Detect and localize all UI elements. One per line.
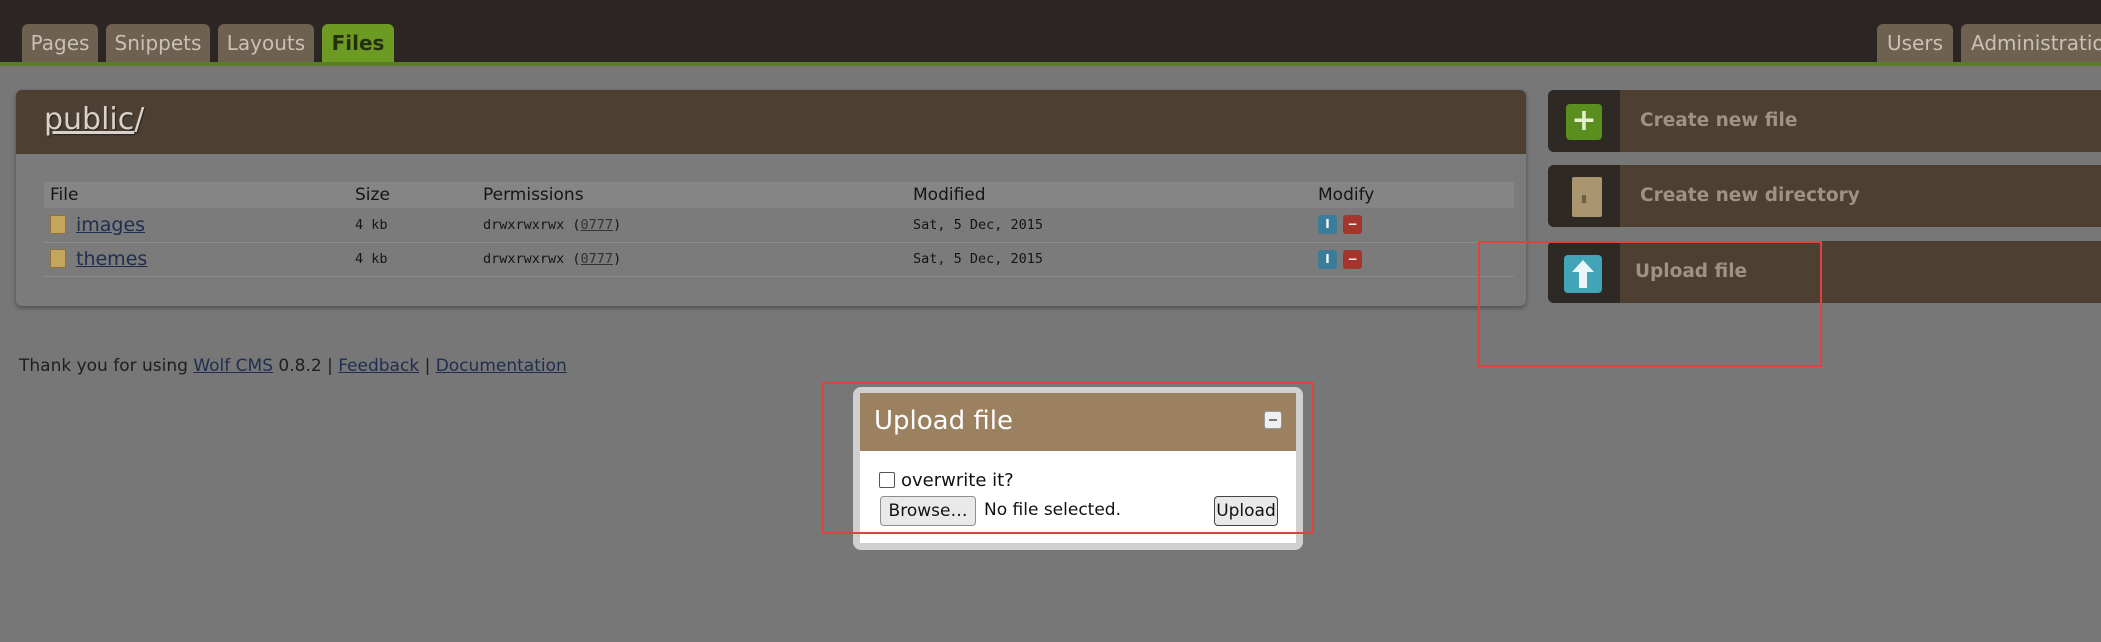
delete-icon[interactable]: − [1343, 215, 1362, 235]
footer-cms-link[interactable]: Wolf CMS [193, 356, 273, 376]
footer-separator: | [419, 356, 436, 376]
panel-header: public/ [16, 90, 1526, 154]
perm-octal-link[interactable]: 0777 [581, 251, 614, 267]
perm-text: drwxrwxrwx ( [483, 251, 581, 267]
highlight-box-dialog [822, 382, 1314, 534]
folder-icon [50, 214, 66, 234]
directory-icon [1572, 177, 1602, 217]
column-header-size: Size [349, 182, 477, 208]
table-header-row: File Size Permissions Modified Modify [44, 182, 1514, 208]
create-directory-button[interactable]: Create new directory [1548, 165, 2101, 227]
footer-documentation-link[interactable]: Documentation [436, 356, 567, 376]
column-header-file: File [44, 182, 349, 208]
column-header-modified: Modified [907, 182, 1312, 208]
create-directory-label: Create new directory [1640, 185, 1860, 206]
file-modified: Sat, 5 Dec, 2015 [907, 242, 1312, 277]
top-navigation: Pages Snippets Layouts Files Users Admin… [0, 0, 2101, 66]
footer-feedback-link[interactable]: Feedback [338, 356, 419, 376]
breadcrumb: public/ [44, 102, 144, 137]
column-header-permissions: Permissions [477, 182, 907, 208]
breadcrumb-public-link[interactable]: public [44, 102, 134, 137]
footer-version: 0.8.2 | [273, 356, 339, 376]
create-file-icon-box: + [1548, 90, 1620, 152]
tab-files[interactable]: Files [322, 24, 394, 62]
file-size: 4 kb [349, 242, 477, 277]
nav-underline [0, 62, 2101, 66]
file-listing-panel: public/ File Size Permissions Modified M… [16, 90, 1526, 306]
create-file-button[interactable]: + Create new file [1548, 90, 2101, 152]
perm-octal-link[interactable]: 0777 [581, 217, 614, 233]
file-table: File Size Permissions Modified Modify im… [44, 182, 1514, 277]
footer: Thank you for using Wolf CMS 0.8.2 | Fee… [19, 356, 567, 376]
file-permissions: drwxrwxrwx (0777) [477, 242, 907, 277]
rename-icon[interactable]: I [1318, 215, 1337, 235]
file-link-themes[interactable]: themes [76, 248, 147, 270]
delete-icon[interactable]: − [1343, 249, 1362, 269]
table-row: images 4 kb drwxrwxrwx (0777) Sat, 5 Dec… [44, 208, 1514, 243]
perm-text: drwxrwxrwx ( [483, 216, 581, 233]
footer-prefix: Thank you for using [19, 356, 194, 376]
plus-icon: + [1566, 104, 1602, 140]
highlight-box-upload-action [1478, 241, 1822, 367]
folder-icon [50, 249, 66, 268]
tab-snippets[interactable]: Snippets [106, 24, 210, 62]
rename-icon[interactable]: I [1318, 249, 1337, 269]
table-row: themes 4 kb drwxrwxrwx (0777) Sat, 5 Dec… [44, 242, 1514, 277]
modify-cell: I − [1312, 208, 1514, 243]
file-permissions: drwxrwxrwx (0777) [477, 208, 907, 243]
tab-pages[interactable]: Pages [22, 24, 98, 62]
create-directory-icon-box [1548, 165, 1620, 227]
perm-close: ) [613, 251, 622, 267]
file-name-cell: images [44, 208, 349, 243]
create-file-label: Create new file [1640, 110, 1798, 131]
tab-users[interactable]: Users [1877, 24, 1953, 62]
perm-close: ) [613, 216, 622, 233]
tab-administration[interactable]: Administration [1961, 24, 2101, 62]
column-header-modify: Modify [1312, 182, 1514, 208]
breadcrumb-separator: / [134, 102, 145, 137]
file-link-images[interactable]: images [76, 214, 145, 236]
tab-layouts[interactable]: Layouts [218, 24, 314, 62]
file-size: 4 kb [349, 208, 477, 243]
file-modified: Sat, 5 Dec, 2015 [907, 208, 1312, 243]
file-name-cell: themes [44, 242, 349, 277]
